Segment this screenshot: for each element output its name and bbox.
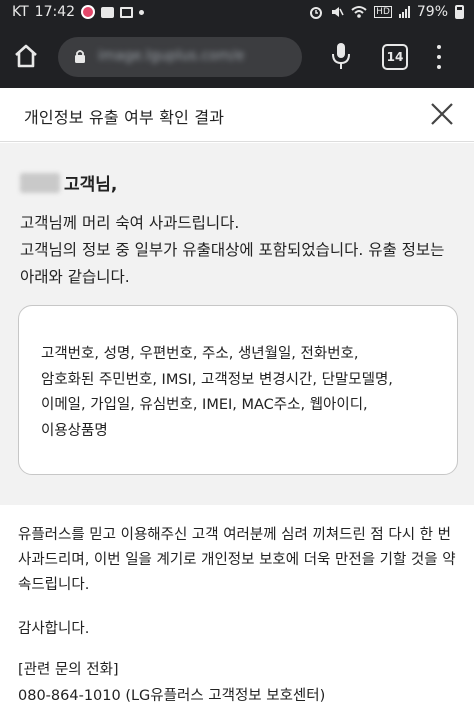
message-icon — [101, 6, 115, 18]
customer-name-redacted — [20, 172, 60, 193]
contact-phone[interactable]: 080-864-1010 (LG유플러스 고객정보 보호센터) — [18, 684, 325, 705]
lock-icon — [75, 50, 85, 63]
wifi-icon — [351, 6, 367, 18]
address-bar[interactable]: image.lguplus.com/e — [58, 37, 302, 77]
tab-switcher-button[interactable]: 14 — [382, 44, 408, 70]
closing-message: 유플러스를 믿고 이용해주신 고객 여러분께 심려 끼쳐드린 점 다시 한 번 … — [18, 527, 456, 593]
browser-chrome: KT 17:42 HD 79% image.lguplus.com/e 14 — [0, 0, 474, 88]
notification-app-icon — [81, 5, 96, 19]
page-title: 개인정보 유출 여부 확인 결과 — [24, 108, 225, 127]
network-badge: HD — [374, 6, 392, 18]
url-text: image.lguplus.com/e — [98, 48, 245, 64]
alarm-icon — [310, 7, 323, 19]
thanks-text: 감사합니다. — [18, 621, 90, 637]
apology-message: 고객님께 머리 숙여 사과드립니다. 고객님의 정보 중 일부가 유출대상에 포… — [20, 214, 445, 286]
carrier-label: KT — [12, 4, 29, 20]
customer-greeting: 고객님, — [20, 170, 117, 195]
contact-label: [관련 문의 전화] — [18, 662, 119, 678]
mute-icon — [332, 7, 344, 17]
clock: 17:42 — [34, 4, 76, 20]
leaked-info-box: 고객번호, 성명, 우편번호, 주소, 생년월일, 전화번호, 암호화된 주민번… — [18, 305, 458, 475]
close-icon[interactable] — [429, 101, 455, 127]
status-bar: KT 17:42 HD 79% — [0, 0, 474, 26]
battery-percent: 79% — [416, 4, 448, 20]
signal-strength-icon — [398, 6, 410, 18]
battery-icon — [455, 5, 464, 19]
notice-section: 고객님, 고객님께 머리 숙여 사과드립니다. 고객님의 정보 중 일부가 유출… — [0, 143, 474, 505]
browser-toolbar: image.lguplus.com/e 14 — [0, 28, 474, 86]
gallery-icon — [120, 6, 134, 18]
home-icon[interactable] — [12, 42, 40, 70]
page-header: 개인정보 유출 여부 확인 결과 — [0, 88, 474, 142]
more-notifications-dot-icon — [139, 9, 145, 15]
leaked-items-list: 고객번호, 성명, 우편번호, 주소, 생년월일, 전화번호, 암호화된 주민번… — [41, 346, 393, 439]
customer-greeting-text: 고객님, — [64, 175, 118, 195]
microphone-icon[interactable] — [330, 41, 352, 71]
more-vert-icon[interactable] — [434, 42, 444, 72]
